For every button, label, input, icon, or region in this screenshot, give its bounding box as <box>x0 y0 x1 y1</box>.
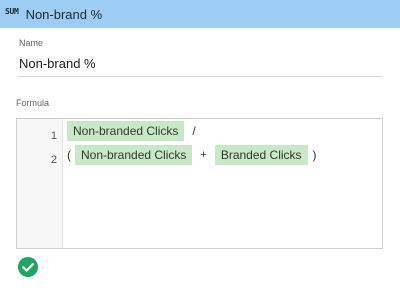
formula-line: ( Non-branded Clicks + Branded Clicks ) <box>67 145 317 165</box>
check-circle-icon <box>18 257 38 277</box>
metric-title: Non-brand % <box>25 6 103 22</box>
line-number: 2 <box>50 154 57 166</box>
header-bar: SUM Non-brand % <box>0 0 400 28</box>
open-paren: ( <box>67 148 71 162</box>
line-number-gutter: 1 2 <box>17 119 63 248</box>
name-field[interactable]: Non-brand % <box>19 56 96 71</box>
sum-icon: SUM <box>5 6 19 16</box>
name-field-underline <box>17 76 383 77</box>
divide-operator: / <box>192 124 196 138</box>
name-label: Name <box>19 38 44 48</box>
field-chip-non-branded-clicks[interactable]: Non-branded Clicks <box>67 121 185 141</box>
formula-editor[interactable]: 1 2 Non-branded Clicks / ( Non-branded C… <box>16 118 383 249</box>
field-chip-non-branded-clicks[interactable]: Non-branded Clicks <box>75 145 193 165</box>
close-paren: ) <box>312 148 317 162</box>
line-number: 1 <box>50 130 57 142</box>
plus-operator: + <box>200 149 207 161</box>
field-chip-branded-clicks[interactable]: Branded Clicks <box>214 145 308 165</box>
formula-line: Non-branded Clicks / <box>67 121 196 141</box>
formula-label: Formula <box>16 98 50 108</box>
